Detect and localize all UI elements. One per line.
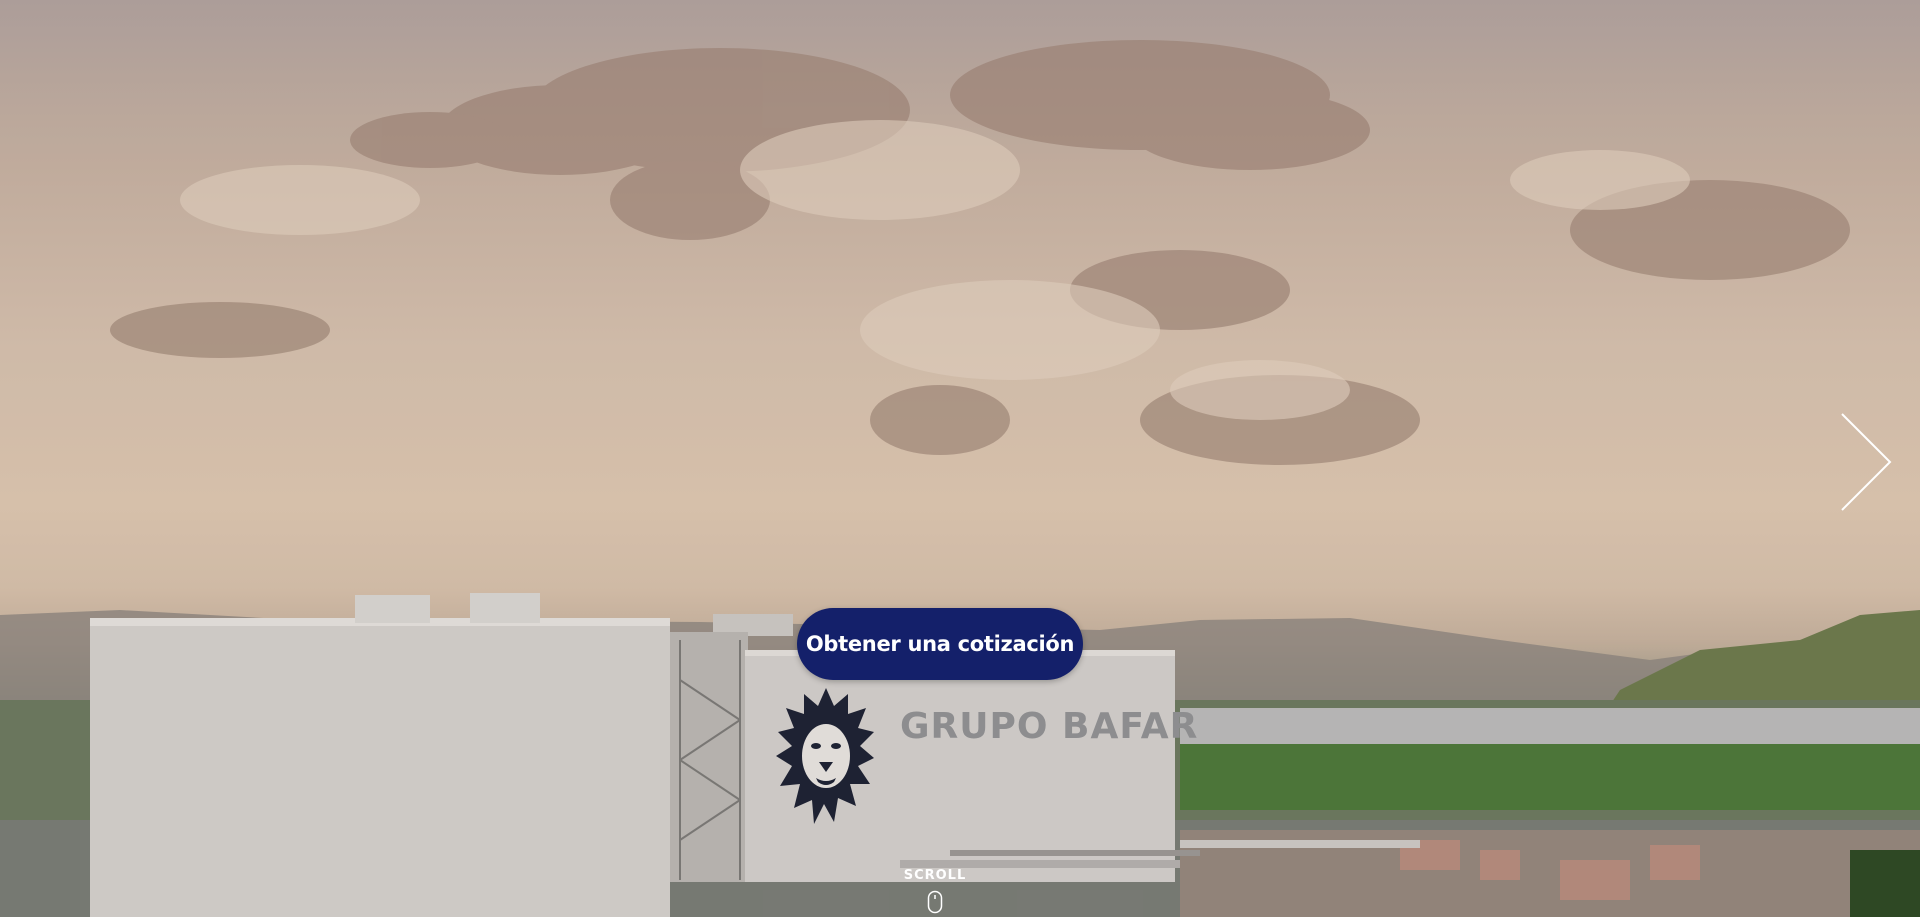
mouse-icon [927,890,943,914]
hero-banner: GRUPO BAFAR Obtener una cotización SCROL… [0,0,1920,917]
chevron-right-icon[interactable] [1836,410,1896,514]
building-sign-text: GRUPO BAFAR [900,706,1199,747]
scroll-label: SCROLL [903,868,967,883]
scroll-indicator[interactable]: SCROLL [890,868,980,917]
get-quote-button[interactable]: Obtener una cotización [797,608,1083,680]
hero-overlay [0,0,1920,917]
lion-logo [776,688,874,824]
